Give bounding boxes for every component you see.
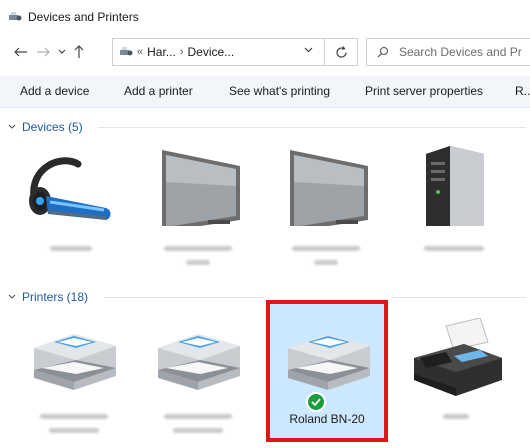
printer-icon	[158, 334, 240, 390]
server-tower-icon	[426, 146, 484, 226]
more-commands-button[interactable]: R...	[515, 84, 530, 98]
see-whats-printing-button[interactable]: See what's printing	[229, 84, 330, 98]
search-icon	[377, 46, 389, 58]
checkmark-icon	[311, 398, 321, 406]
title-bar: Devices and Printers	[0, 0, 530, 34]
refresh-button[interactable]	[324, 38, 358, 66]
default-printer-check-icon	[306, 392, 326, 412]
breadcrumb-hardware[interactable]: Har...	[147, 45, 176, 59]
arrow-right-icon	[37, 47, 50, 57]
printer-name-redacted	[40, 414, 108, 419]
window-title: Devices and Printers	[28, 10, 139, 24]
monitor-icon	[290, 150, 368, 226]
device-name-redacted	[314, 260, 338, 265]
devices-group-header[interactable]: Devices (5)	[8, 120, 83, 134]
search-placeholder: Search Devices and Pr	[399, 45, 522, 59]
chevron-down-icon	[8, 124, 16, 129]
printer-item[interactable]	[148, 318, 248, 446]
forward-button[interactable]	[32, 40, 54, 64]
group-divider	[104, 297, 264, 298]
printer-name-redacted	[173, 428, 223, 433]
device-name-redacted	[50, 246, 92, 251]
printer-name-label: Roland BN-20	[289, 412, 365, 426]
navigation-bar: « Har... › Device... Search Devices and …	[0, 36, 530, 68]
search-field[interactable]: Search Devices and Pr	[366, 38, 530, 66]
printers-group-label: Printers (18)	[22, 290, 89, 304]
command-bar: Add a device Add a printer See what's pr…	[0, 76, 530, 108]
up-button[interactable]	[70, 40, 88, 64]
printer-icon	[34, 334, 116, 390]
group-divider	[392, 297, 526, 298]
devices-printers-icon	[120, 47, 133, 56]
device-name-redacted	[164, 246, 232, 251]
printer-name-redacted	[164, 414, 232, 419]
breadcrumb-devices[interactable]: Device...	[187, 45, 234, 59]
device-item-headset[interactable]	[20, 146, 120, 266]
device-item-monitor[interactable]	[148, 146, 248, 276]
add-device-button[interactable]: Add a device	[20, 84, 89, 98]
chevron-down-icon	[58, 49, 66, 54]
fax-icon	[414, 318, 502, 396]
printer-item-roland-bn-20[interactable]: Roland BN-20	[266, 300, 388, 442]
device-item-monitor[interactable]	[276, 146, 376, 276]
printer-item[interactable]	[24, 318, 124, 446]
devices-group-label: Devices (5)	[22, 120, 83, 134]
arrow-up-icon	[74, 45, 84, 58]
breadcrumb-overflow[interactable]: «	[137, 46, 143, 58]
device-name-redacted	[292, 246, 360, 251]
address-bar[interactable]: « Har... › Device...	[112, 38, 358, 66]
group-divider	[98, 127, 526, 128]
arrow-left-icon	[14, 47, 27, 57]
back-button[interactable]	[10, 40, 32, 64]
breadcrumb-separator: ›	[179, 46, 184, 58]
fax-name-redacted	[443, 414, 469, 419]
chevron-down-icon	[8, 294, 16, 299]
recent-locations-button[interactable]	[54, 40, 70, 64]
add-printer-button[interactable]: Add a printer	[124, 84, 193, 98]
chevron-down-icon[interactable]	[304, 45, 313, 55]
printers-group-header[interactable]: Printers (18)	[8, 290, 88, 304]
headset-icon	[29, 157, 111, 220]
printer-icon	[288, 334, 370, 390]
device-item-server[interactable]	[404, 146, 504, 266]
fax-item[interactable]	[406, 318, 506, 446]
printer-name-redacted	[49, 428, 99, 433]
device-name-redacted	[186, 260, 210, 265]
device-name-redacted	[424, 246, 484, 251]
print-server-properties-button[interactable]: Print server properties	[365, 84, 483, 98]
devices-printers-icon	[9, 12, 22, 21]
refresh-icon	[336, 45, 347, 58]
monitor-icon	[162, 150, 240, 226]
